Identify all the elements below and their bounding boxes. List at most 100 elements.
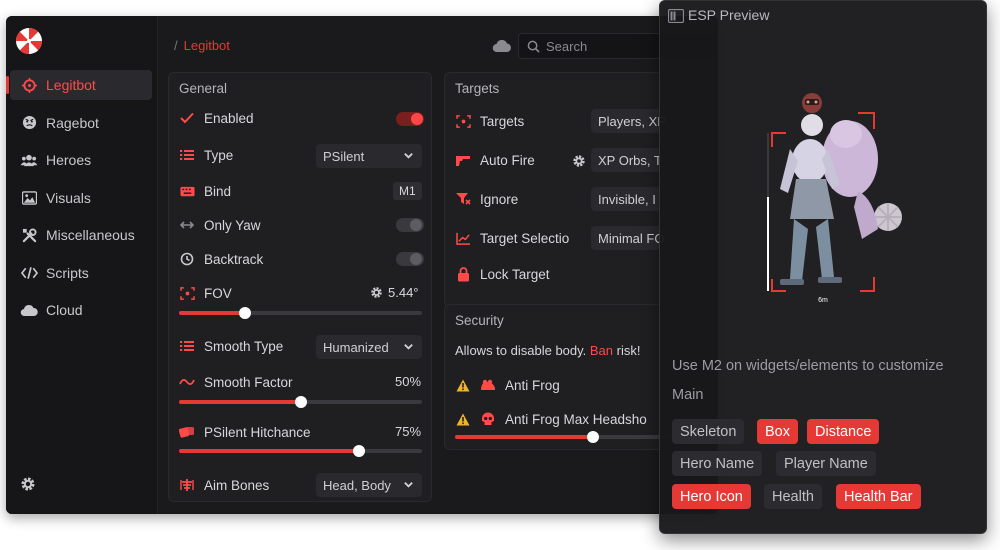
smooth-type-label: Smooth Type — [204, 338, 284, 354]
chip-hero-icon[interactable]: Hero Icon — [672, 484, 751, 509]
smooth-factor-slider[interactable] — [179, 396, 422, 408]
umbrella-logo-icon — [15, 27, 43, 55]
type-row: Type — [179, 143, 233, 167]
code-icon — [20, 264, 38, 282]
slider-fill — [455, 435, 593, 439]
targets-label: Targets — [480, 113, 525, 129]
general-panel: General Enabled Type PSilent Bind M1 Onl… — [168, 72, 432, 502]
gear-icon[interactable] — [572, 154, 586, 168]
chevron-down-icon — [404, 153, 413, 159]
bind-keybind[interactable]: M1 — [393, 182, 422, 200]
frog-icon — [480, 377, 496, 393]
slider-thumb[interactable] — [587, 431, 599, 443]
psilent-hitchance-slider[interactable] — [179, 445, 422, 457]
security-description: Allows to disable body. Ban risk! — [455, 343, 640, 358]
search-icon — [527, 40, 540, 53]
targets-row: Targets — [455, 109, 524, 133]
anti-frog-row: Anti Frog — [455, 373, 560, 397]
general-title: General — [179, 81, 228, 96]
skeleton-icon — [179, 477, 195, 493]
sidebar-item-legitbot[interactable]: Legitbot — [6, 70, 152, 100]
angry-face-icon — [20, 114, 38, 132]
dice-icon — [179, 424, 195, 440]
wave-icon — [179, 374, 195, 390]
lock-target-label: Lock Target — [480, 266, 550, 282]
image-icon — [20, 189, 38, 207]
enabled-row: Enabled — [179, 106, 254, 130]
sidebar: Legitbot Ragebot Heroes Visuals Miscella… — [6, 16, 158, 514]
target-selection-row: Target Selectio — [455, 226, 569, 250]
ignore-dropdown-value: Invisible, I — [598, 191, 656, 207]
fov-slider[interactable] — [179, 307, 422, 319]
sidebar-item-cloud[interactable]: Cloud — [10, 295, 152, 325]
sidebar-item-scripts[interactable]: Scripts — [10, 258, 152, 288]
sidebar-item-label: Legitbot — [46, 77, 96, 93]
aim-bones-row: Aim Bones — [179, 473, 269, 497]
psilent-hitchance-row: PSilent Hitchance — [179, 420, 311, 444]
security-title: Security — [455, 313, 504, 328]
cloud-sync-icon[interactable] — [492, 38, 512, 54]
smooth-type-row: Smooth Type — [179, 334, 283, 358]
sidebar-item-ragebot[interactable]: Ragebot — [10, 108, 152, 138]
window-icon — [668, 9, 684, 23]
breadcrumb-current: Legitbot — [183, 38, 230, 53]
aim-bones-dropdown[interactable]: Head, Body — [316, 473, 422, 497]
target-frame-icon — [179, 285, 195, 301]
chip-hero-name[interactable]: Hero Name — [672, 451, 763, 476]
sidebar-item-label: Scripts — [46, 264, 89, 281]
backtrack-label: Backtrack — [204, 251, 264, 267]
chip-health-bar[interactable]: Health Bar — [836, 484, 921, 509]
esp-distance-label: 6m — [818, 297, 828, 304]
toggle-knob — [411, 113, 423, 125]
target-frame-icon — [455, 113, 471, 129]
slider-thumb[interactable] — [238, 307, 251, 319]
chip-skeleton[interactable]: Skeleton — [672, 419, 745, 444]
sidebar-item-miscellaneous[interactable]: Miscellaneous — [10, 220, 152, 250]
chip-box[interactable]: Box — [757, 419, 798, 444]
bind-row: Bind — [179, 179, 231, 203]
smooth-factor-row: Smooth Factor — [179, 370, 293, 394]
hero-model — [780, 114, 902, 285]
slider-fill — [179, 449, 359, 453]
gear-icon[interactable] — [370, 286, 383, 299]
only-yaw-row: Only Yaw — [179, 213, 261, 237]
sidebar-item-visuals[interactable]: Visuals — [10, 183, 152, 213]
slider-fill — [179, 400, 301, 404]
filter-off-icon — [455, 191, 471, 207]
fov-label: FOV — [204, 285, 232, 301]
cloud-icon — [20, 301, 38, 319]
chip-health[interactable]: Health — [764, 484, 822, 509]
smooth-type-dropdown-value: Humanized — [323, 339, 389, 355]
sidebar-item-label: Miscellaneous — [46, 227, 135, 243]
keyboard-icon — [179, 183, 195, 199]
smooth-type-dropdown[interactable]: Humanized — [316, 335, 422, 359]
enabled-toggle[interactable] — [396, 112, 424, 126]
bind-label: Bind — [204, 183, 232, 199]
type-label: Type — [204, 147, 234, 163]
backtrack-toggle[interactable] — [396, 252, 424, 266]
crosshair-icon — [20, 76, 38, 94]
anti-frog-headshot-slider[interactable] — [455, 431, 685, 443]
slider-thumb[interactable] — [352, 445, 365, 457]
security-description-suffix: risk! — [613, 343, 641, 358]
target-selection-dropdown-value: Minimal FO — [598, 230, 665, 246]
ignore-label: Ignore — [480, 191, 519, 207]
warning-icon — [455, 377, 471, 393]
chip-distance[interactable]: Distance — [807, 419, 880, 444]
only-yaw-label: Only Yaw — [204, 217, 261, 233]
esp-preview-title: ESP Preview — [688, 7, 770, 23]
targets-dropdown-value: Players, XP — [598, 113, 666, 129]
type-dropdown[interactable]: PSilent — [316, 144, 422, 168]
slider-thumb[interactable] — [294, 396, 307, 408]
anti-frog-headshot-row: Anti Frog Max Headsho — [455, 407, 647, 431]
chevron-down-icon — [404, 482, 413, 488]
backtrack-row: Backtrack — [179, 247, 263, 271]
psilent-hitchance-label: PSilent Hitchance — [204, 424, 311, 440]
sidebar-item-heroes[interactable]: Heroes — [10, 145, 152, 175]
esp-hero-preview: 6m — [767, 93, 902, 304]
targets-title: Targets — [455, 81, 500, 96]
gear-icon[interactable] — [20, 476, 36, 492]
line-chart-icon — [455, 230, 471, 246]
only-yaw-toggle[interactable] — [396, 218, 424, 232]
chip-player-name[interactable]: Player Name — [776, 451, 876, 476]
